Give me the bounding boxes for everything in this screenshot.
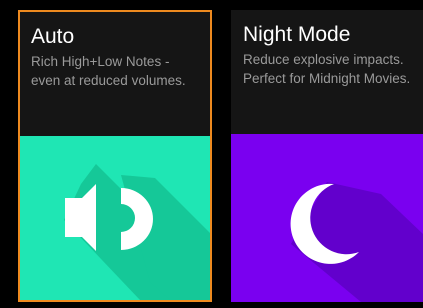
- mode-title-night: Night Mode: [243, 23, 351, 46]
- mode-title-auto: Auto: [31, 25, 75, 48]
- mode-card-auto[interactable]: Auto Rich High+Low Notes - even at reduc…: [18, 10, 212, 302]
- speaker-icon: [64, 164, 210, 300]
- mode-description-auto: Rich High+Low Notes - even at reduced vo…: [31, 54, 186, 88]
- moon-icon: [290, 182, 423, 302]
- mode-tile-auto: [20, 136, 210, 300]
- speaker-body: [65, 198, 82, 237]
- sound-mode-selector: Auto Rich High+Low Notes - even at reduc…: [0, 0, 423, 308]
- mode-card-night-text: Night Mode Reduce explosive impacts. Per…: [231, 10, 423, 134]
- mode-card-night[interactable]: Night Mode Reduce explosive impacts. Per…: [231, 10, 423, 302]
- mode-card-auto-text: Auto Rich High+Low Notes - even at reduc…: [20, 12, 210, 136]
- mode-tile-night: [231, 134, 423, 302]
- mode-description-night: Reduce explosive impacts. Perfect for Mi…: [243, 52, 411, 86]
